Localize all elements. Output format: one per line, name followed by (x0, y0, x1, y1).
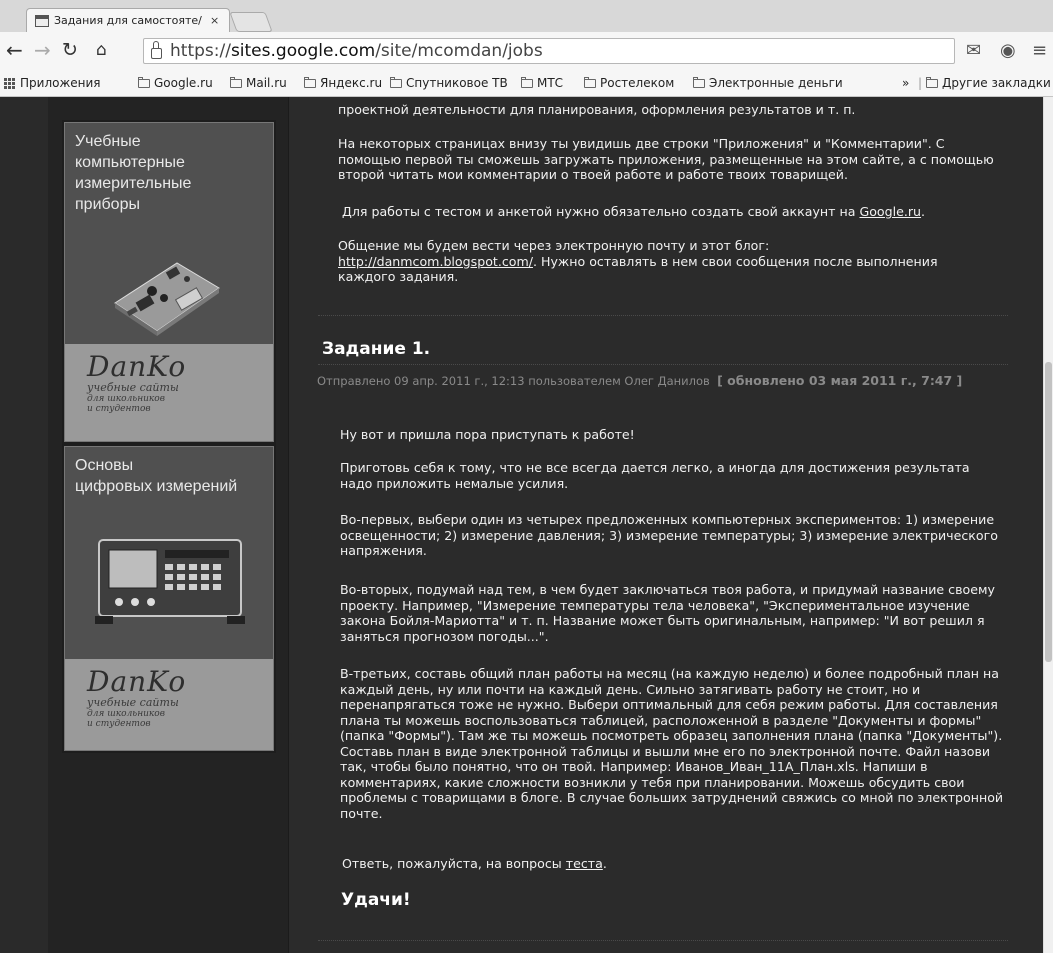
folder-icon (304, 76, 316, 88)
test-link[interactable]: теста (566, 856, 603, 871)
tab-strip: Задания для самостояте/ × (0, 0, 1053, 33)
folder-icon (926, 76, 939, 88)
address-bar[interactable]: https://sites.google.com/site/mcomdan/jo… (143, 38, 955, 64)
folder-icon (693, 76, 705, 88)
bookmark-mts[interactable]: МТС (521, 76, 563, 90)
scrollbar-thumb[interactable] (1045, 362, 1052, 662)
bookmark-rostelecom[interactable]: Ростелеком (584, 76, 674, 90)
intro-paragraph-0: проектной деятельности для планирования,… (338, 102, 856, 117)
lock-icon (151, 41, 162, 59)
back-arrow-icon[interactable]: ← (6, 38, 23, 62)
globe-extension-icon[interactable]: ◉ (1000, 40, 1016, 61)
banner-measuring-devices[interactable]: Учебные компьютерные измерительные прибо… (64, 122, 274, 442)
page-favicon-icon (35, 14, 49, 27)
reload-icon[interactable]: ↻ (62, 38, 78, 62)
bookmark-apps[interactable]: Приложения (4, 76, 101, 90)
bookmark-e-money[interactable]: Электронные деньги (693, 76, 843, 90)
post-paragraph-5: В-третьих, составь общий план работы на … (340, 666, 1004, 821)
closing-text: Удачи! (341, 890, 411, 910)
tab-close-icon[interactable]: × (210, 14, 219, 27)
post-paragraph-1: Ну вот и пришла пора приступать к работе… (340, 427, 635, 442)
other-bookmarks[interactable]: | Другие закладки (918, 76, 1051, 90)
blog-link[interactable]: http://danmcom.blogspot.com/ (338, 254, 533, 269)
bookmarks-overflow-button[interactable]: » (902, 76, 909, 90)
url-text: https://sites.google.com/site/mcomdan/jo… (170, 41, 543, 61)
intro-paragraph-1: На некоторых страницах внизу ты увидишь … (338, 136, 994, 182)
mail-extension-icon[interactable]: ✉ (966, 40, 981, 61)
instrument-image (95, 539, 245, 624)
folder-icon (584, 76, 596, 88)
menu-icon[interactable]: ≡ (1032, 40, 1047, 61)
banner-digital-measurements[interactable]: Основы цифровых измерений DanKo учебные … (64, 446, 274, 751)
banner-logo: DanKo учебные сайты для школьников и студе… (65, 659, 273, 750)
divider (318, 940, 1008, 941)
post-title: Задание 1. (322, 339, 431, 359)
intro-paragraph-3: Общение мы будем вести через электронную… (338, 238, 938, 284)
new-tab-button[interactable] (229, 12, 273, 32)
home-icon[interactable]: ⌂ (96, 38, 107, 62)
scrollbar[interactable] (1043, 97, 1053, 953)
bookmarks-bar: Приложения Google.ru Mail.ru Яндекс.ru С… (0, 70, 1053, 97)
post-paragraph-3: Во-первых, выбери один из четырех предло… (340, 512, 998, 558)
divider (318, 364, 1008, 365)
banner-title: Основы цифровых измерений (65, 447, 273, 659)
post-updated: [ обновлено 03 мая 2011 г., 7:47 ] (717, 373, 963, 388)
bookmark-mail[interactable]: Mail.ru (230, 76, 287, 90)
apps-grid-icon (4, 77, 15, 89)
bookmark-google[interactable]: Google.ru (138, 76, 213, 90)
banner-logo: DanKo учебные сайты для школьников и студе… (65, 344, 273, 441)
bookmark-satellite-tv[interactable]: Спутниковое ТВ (390, 76, 508, 90)
post-paragraph-6: Ответь, пожалуйста, на вопросы теста. (342, 856, 607, 871)
folder-icon (138, 76, 150, 88)
post-meta: Отправлено 09 апр. 2011 г., 12:13 пользо… (317, 373, 963, 388)
browser-tab[interactable]: Задания для самостояте/ × (26, 8, 230, 32)
post-paragraph-4: Во-вторых, подумай над тем, в чем будет … (340, 582, 995, 644)
tab-title: Задания для самостояте/ (54, 14, 202, 27)
folder-icon (390, 76, 402, 88)
forward-arrow-icon[interactable]: → (34, 38, 51, 62)
divider (318, 315, 1008, 316)
post-paragraph-2: Приготовь себя к тому, что не все всегда… (340, 460, 970, 491)
google-link[interactable]: Google.ru (859, 204, 921, 219)
folder-icon (230, 76, 242, 88)
circuit-board-image (114, 262, 220, 336)
intro-paragraph-2: Для работы с тестом и анкетой нужно обяз… (342, 204, 926, 219)
banner-title: Учебные компьютерные измерительные прибо… (65, 123, 273, 344)
bookmark-yandex[interactable]: Яндекс.ru (304, 76, 382, 90)
folder-icon (521, 76, 533, 88)
